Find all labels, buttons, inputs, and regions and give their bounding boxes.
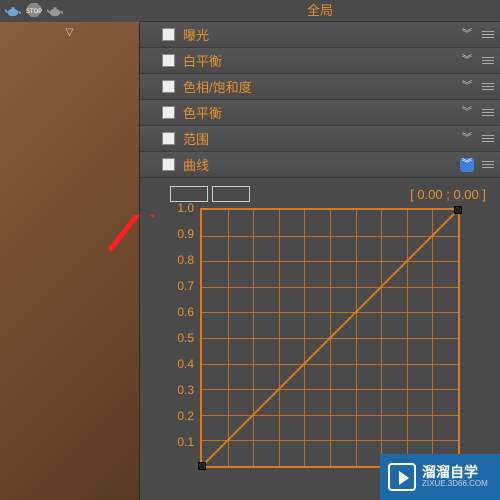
y-tick: 0.3	[177, 383, 194, 397]
menu-icon[interactable]	[482, 107, 494, 119]
section-color-balance[interactable]: 色平衡 ︾	[140, 100, 500, 126]
menu-icon[interactable]	[482, 55, 494, 67]
color-swatch-2[interactable]	[212, 186, 250, 202]
y-tick: 0.7	[177, 279, 194, 293]
curve-chart: 1.0 0.9 0.8 0.7 0.6 0.5 0.4 0.3 0.2 0.1	[170, 208, 490, 488]
chevron-down-icon[interactable]: ︾	[460, 132, 474, 146]
menu-icon[interactable]	[482, 81, 494, 93]
section-curves[interactable]: 曲线 ︾	[140, 152, 500, 178]
y-tick: 0.6	[177, 305, 194, 319]
checkbox-hsl[interactable]	[162, 80, 175, 93]
section-label: 色相/饱和度	[183, 77, 452, 96]
menu-icon[interactable]	[482, 29, 494, 41]
y-tick: 0.1	[177, 435, 194, 449]
curve-line[interactable]	[202, 210, 458, 466]
chevron-down-icon[interactable]: ︾	[460, 28, 474, 42]
y-tick: 0.5	[177, 331, 194, 345]
y-axis: 1.0 0.9 0.8 0.7 0.6 0.5 0.4 0.3 0.2 0.1	[170, 208, 198, 468]
curve-handle-end[interactable]	[454, 206, 462, 214]
chevron-down-icon[interactable]: ︾	[460, 54, 474, 68]
checkbox-white-balance[interactable]	[162, 54, 175, 67]
teapot-icon-gray[interactable]	[46, 4, 64, 18]
chevron-down-icon[interactable]: ︾	[460, 106, 474, 120]
watermark: 溜溜自学 ZIXUE.3D66.COM	[380, 454, 500, 500]
render-viewport[interactable]	[0, 22, 140, 500]
section-label: 范围	[183, 129, 452, 148]
watermark-title: 溜溜自学	[422, 465, 488, 479]
y-tick: 0.8	[177, 253, 194, 267]
section-label: 曲线	[183, 155, 452, 174]
section-label: 曝光	[183, 25, 452, 44]
y-tick: 0.2	[177, 409, 194, 423]
y-tick: 0.9	[177, 227, 194, 241]
section-label: 白平衡	[183, 51, 452, 70]
checkbox-color-balance[interactable]	[162, 106, 175, 119]
curve-grid[interactable]	[200, 208, 460, 468]
y-tick: 0.4	[177, 357, 194, 371]
section-white-balance[interactable]: 白平衡 ︾	[140, 48, 500, 74]
panel-header: 全局	[140, 0, 500, 22]
section-hsl[interactable]: 色相/饱和度 ︾	[140, 74, 500, 100]
color-swatch-1[interactable]	[170, 186, 208, 202]
watermark-sub: ZIXUE.3D66.COM	[422, 479, 488, 489]
section-range[interactable]: 范围 ︾	[140, 126, 500, 152]
teapot-icon-active[interactable]	[4, 4, 22, 18]
curve-handle-start[interactable]	[198, 462, 206, 470]
section-label: 色平衡	[183, 103, 452, 122]
coordinate-readout: [ 0.00 ; 0.00 ]	[410, 187, 492, 202]
stop-icon[interactable]: STOP	[26, 2, 42, 21]
play-icon	[388, 463, 416, 491]
viewport-toolbar: STOP	[0, 0, 140, 22]
y-tick: 1.0	[177, 201, 194, 215]
menu-icon[interactable]	[482, 159, 494, 171]
menu-icon[interactable]	[482, 133, 494, 145]
svg-text:STOP: STOP	[26, 9, 42, 15]
curves-editor: [ 0.00 ; 0.00 ] 1.0 0.9 0.8 0.7 0.6 0.5 …	[140, 178, 500, 496]
chevron-down-icon[interactable]: ︾	[460, 80, 474, 94]
checkbox-curves[interactable]	[162, 158, 175, 171]
swatch-row: [ 0.00 ; 0.00 ]	[170, 186, 492, 202]
checkbox-range[interactable]	[162, 132, 175, 145]
section-exposure[interactable]: 曝光 ︾	[140, 22, 500, 48]
checkbox-exposure[interactable]	[162, 28, 175, 41]
color-correction-panel: 全局 曝光 ︾ 白平衡 ︾ 色相/饱和度 ︾ 色平衡 ︾ 范围 ︾ 曲线 ︾	[140, 0, 500, 500]
chevron-down-icon[interactable]: ︾	[460, 158, 474, 172]
